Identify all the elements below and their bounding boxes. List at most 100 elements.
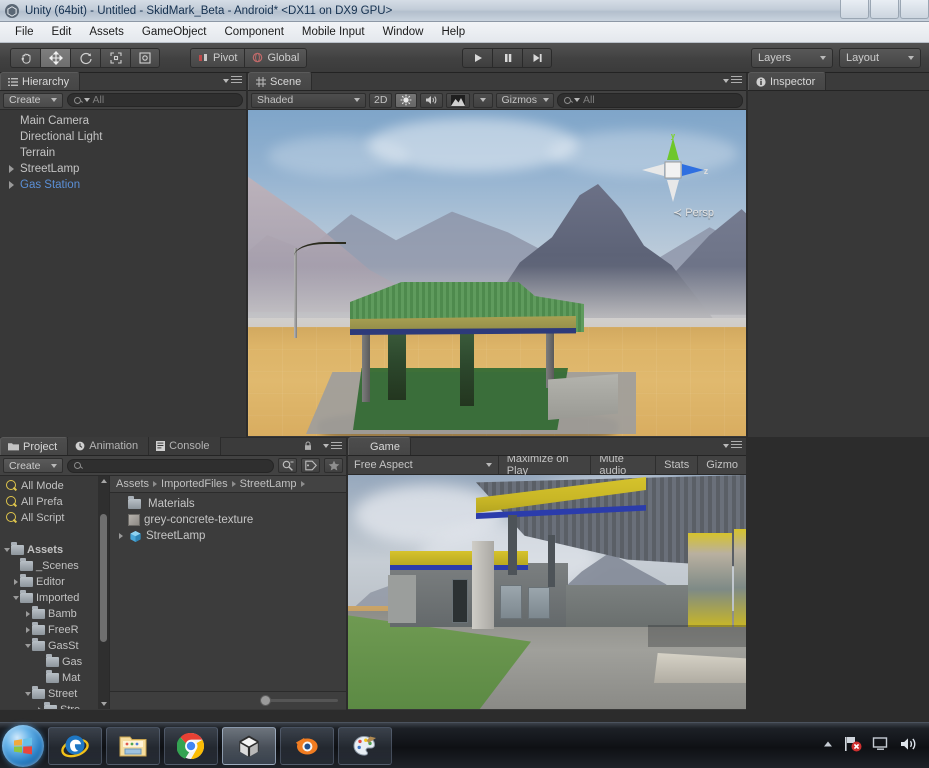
project-tree-scrollbar[interactable]: [98, 476, 109, 709]
close-button[interactable]: [900, 0, 929, 19]
expand-arrow-icon[interactable]: [6, 165, 16, 173]
network-error-icon[interactable]: [843, 735, 863, 756]
hierarchy-item-streetlamp[interactable]: StreetLamp: [0, 161, 246, 177]
breadcrumb-item-streetlamp[interactable]: StreetLamp: [240, 478, 297, 490]
tab-scene[interactable]: Scene: [248, 72, 313, 90]
mute-audio-button[interactable]: Mute audio: [591, 453, 657, 477]
scrollbar-thumb[interactable]: [100, 514, 107, 642]
expand-arrow-icon[interactable]: [11, 579, 20, 585]
project-search-input[interactable]: [66, 458, 274, 473]
effects-dropdown[interactable]: [473, 92, 494, 108]
expand-arrow-icon[interactable]: [6, 181, 16, 189]
shading-mode-dropdown[interactable]: Shaded: [251, 92, 366, 108]
hierarchy-create-button[interactable]: Create: [3, 92, 63, 108]
tree-filter-all-scripts[interactable]: All Script: [0, 510, 109, 526]
layers-dropdown[interactable]: Layers: [751, 47, 833, 68]
menu-item-component[interactable]: Component: [215, 24, 292, 40]
toggle-effects-button[interactable]: [446, 92, 471, 108]
tab-project[interactable]: Project: [0, 437, 69, 455]
asset-item-materials[interactable]: Materials: [110, 496, 346, 512]
scale-tool-button[interactable]: [100, 47, 130, 68]
tree-item-materials[interactable]: Mat: [0, 670, 109, 686]
tab-animation[interactable]: Animation: [68, 437, 150, 455]
tree-filter-all-prefabs[interactable]: All Prefa: [0, 494, 109, 510]
hierarchy-item-gas-station[interactable]: Gas Station: [0, 177, 246, 193]
maximize-on-play-button[interactable]: Maximize on Play: [499, 453, 592, 477]
rotate-tool-button[interactable]: [70, 47, 100, 68]
menu-item-help[interactable]: Help: [432, 24, 474, 40]
tree-item-streetlamp-sub[interactable]: Stre: [0, 702, 109, 709]
tree-item-streetlamp-folder[interactable]: Street: [0, 686, 109, 702]
favorites-button[interactable]: [324, 458, 343, 473]
tree-item-scenes[interactable]: _Scenes: [0, 558, 109, 574]
tree-item-editor[interactable]: Editor: [0, 574, 109, 590]
collapse-arrow-icon[interactable]: [2, 548, 11, 552]
tab-game[interactable]: Game: [348, 437, 411, 455]
tree-item-imported-files[interactable]: Imported: [0, 590, 109, 606]
taskbar-paint[interactable]: [338, 726, 392, 765]
breadcrumb-item-importedfiles[interactable]: ImportedFiles: [161, 478, 228, 490]
tree-filter-all-models[interactable]: All Mode: [0, 478, 109, 494]
game-gizmos-button[interactable]: Gizmo: [698, 456, 746, 474]
game-panel-menu[interactable]: [717, 441, 742, 450]
slider-track[interactable]: [260, 695, 338, 706]
show-hidden-icons-arrow[interactable]: [822, 740, 834, 752]
scene-search-input[interactable]: All: [557, 92, 743, 108]
tree-item-gasstation[interactable]: GasSt: [0, 638, 109, 654]
hierarchy-panel-menu[interactable]: [217, 76, 242, 85]
menu-item-window[interactable]: Window: [374, 24, 433, 40]
pivot-button[interactable]: Pivot: [190, 47, 245, 68]
expand-arrow-icon[interactable]: [23, 611, 32, 617]
menu-item-gameobject[interactable]: GameObject: [133, 24, 216, 40]
aspect-ratio-dropdown[interactable]: Free Aspect: [348, 456, 499, 474]
display-icon[interactable]: [872, 736, 890, 755]
expand-arrow-icon[interactable]: [23, 627, 32, 633]
scroll-up-arrow-icon[interactable]: [101, 479, 107, 483]
stats-button[interactable]: Stats: [656, 456, 699, 474]
global-button[interactable]: Global: [244, 47, 308, 68]
taskbar-blender[interactable]: [280, 726, 334, 765]
scroll-down-arrow-icon[interactable]: [101, 702, 107, 706]
menu-item-edit[interactable]: Edit: [43, 24, 81, 40]
collapse-arrow-icon[interactable]: [11, 596, 20, 600]
tree-item-bamboo[interactable]: Bamb: [0, 606, 109, 622]
toggle-lighting-button[interactable]: [395, 92, 418, 108]
toggle-2d-button[interactable]: 2D: [369, 92, 393, 108]
move-tool-button[interactable]: [40, 47, 70, 68]
project-asset-list[interactable]: Assets ImportedFiles StreetLamp Material…: [110, 476, 346, 709]
perspective-mode-label[interactable]: ≺ Persp: [673, 206, 714, 219]
rect-tool-button[interactable]: [130, 47, 160, 68]
toggle-audio-button[interactable]: [420, 92, 444, 108]
asset-item-streetlamp-prefab[interactable]: StreetLamp: [110, 528, 346, 544]
collapse-arrow-icon[interactable]: [23, 692, 32, 696]
search-by-label-button[interactable]: [301, 458, 320, 473]
tree-item-assets[interactable]: Assets: [0, 542, 109, 558]
start-button[interactable]: [2, 724, 44, 767]
tab-hierarchy[interactable]: Hierarchy: [0, 72, 81, 90]
taskbar-google-chrome[interactable]: [164, 726, 218, 765]
minimize-button[interactable]: [840, 0, 869, 19]
slider-knob[interactable]: [260, 695, 271, 706]
gizmos-dropdown[interactable]: Gizmos: [496, 92, 555, 108]
search-by-type-button[interactable]: [278, 458, 297, 473]
project-panel-menu[interactable]: [304, 441, 342, 451]
scene-viewport[interactable]: y z ≺ Persp: [248, 110, 746, 436]
breadcrumb-item-assets[interactable]: Assets: [116, 478, 149, 490]
volume-icon[interactable]: [899, 736, 919, 755]
project-folder-tree[interactable]: All Mode All Prefa All Script Assets _Sc…: [0, 476, 110, 709]
hierarchy-item-directional-light[interactable]: Directional Light: [0, 129, 246, 145]
asset-size-slider[interactable]: [110, 691, 346, 709]
menu-item-assets[interactable]: Assets: [80, 24, 133, 40]
maximize-button[interactable]: [870, 0, 899, 19]
menu-item-mobile-input[interactable]: Mobile Input: [293, 24, 374, 40]
menu-item-file[interactable]: File: [6, 24, 43, 40]
tab-inspector[interactable]: Inspector: [748, 72, 827, 90]
hierarchy-search-input[interactable]: All: [66, 93, 243, 107]
asset-item-grey-concrete-texture[interactable]: grey-concrete-texture: [110, 512, 346, 528]
tree-item-freeroad[interactable]: FreeR: [0, 622, 109, 638]
tree-item-gas[interactable]: Gas: [0, 654, 109, 670]
layout-dropdown[interactable]: Layout: [839, 47, 921, 68]
expand-arrow-icon[interactable]: [35, 707, 44, 709]
game-viewport[interactable]: [348, 475, 746, 709]
hand-tool-button[interactable]: [10, 47, 40, 68]
